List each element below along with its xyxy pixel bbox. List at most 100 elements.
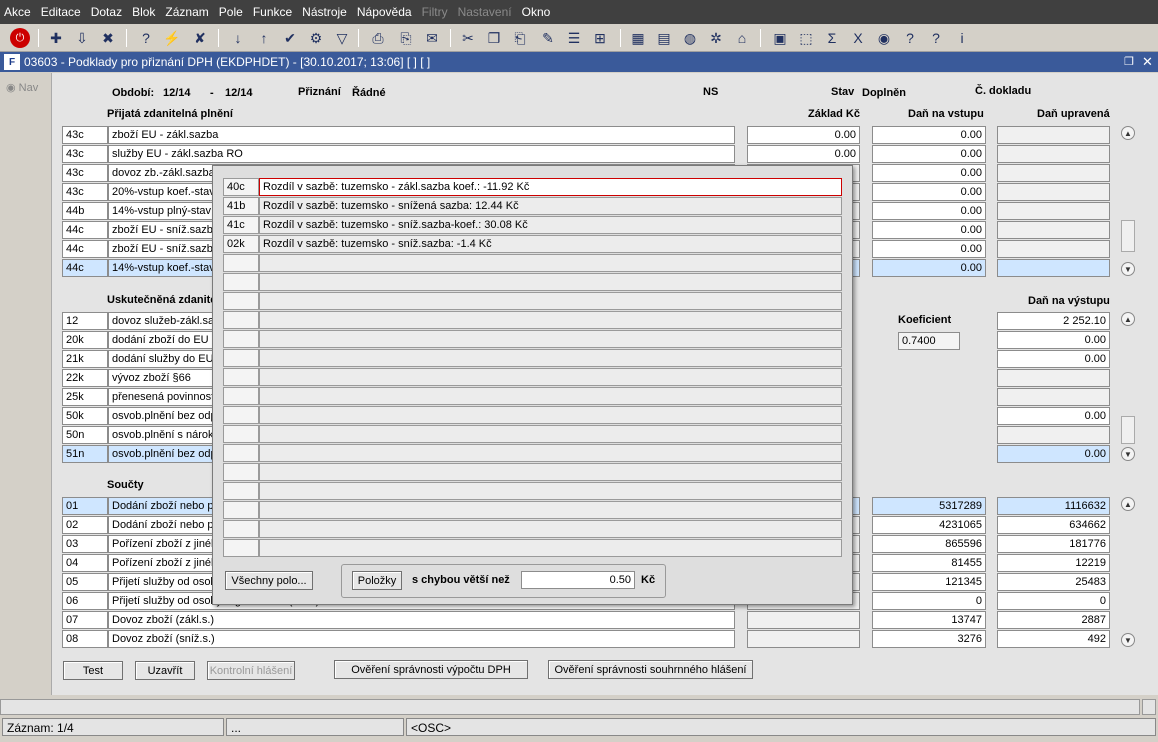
paste-icon[interactable]: ⎗ [510, 28, 530, 48]
popup-text[interactable] [259, 254, 842, 272]
menu-záznam[interactable]: Záznam [165, 5, 208, 19]
popup-code[interactable] [223, 273, 259, 291]
row-dan-upravena[interactable] [997, 259, 1110, 277]
row-code[interactable]: 44c [62, 221, 108, 239]
menu-akce[interactable]: Akce [4, 5, 31, 19]
popup-text[interactable] [259, 482, 842, 500]
row-code[interactable]: 05 [62, 573, 108, 591]
row-dan-upravena[interactable] [997, 202, 1110, 220]
popup-text[interactable]: Rozdíl v sazbě: tuzemsko - zákl.sazba ko… [259, 178, 842, 196]
delete-record-icon[interactable]: ✖ [98, 28, 118, 48]
row-sum-b[interactable]: 492 [997, 630, 1110, 648]
popup-text[interactable] [259, 349, 842, 367]
popup-code[interactable]: 40c [223, 178, 259, 196]
row-sum-b[interactable]: 0 [997, 592, 1110, 610]
menu-editace[interactable]: Editace [41, 5, 81, 19]
scroll-down-icon[interactable]: ▼ [1121, 262, 1135, 276]
scroll-up-icon[interactable]: ▲ [1121, 497, 1135, 511]
help-icon[interactable]: ? [900, 28, 920, 48]
menu-dotaz[interactable]: Dotaz [91, 5, 122, 19]
print-preview-icon[interactable]: ⎘ [396, 28, 416, 48]
popup-code[interactable] [223, 311, 259, 329]
row-code[interactable]: 06 [62, 592, 108, 610]
row-code[interactable]: 21k [62, 350, 108, 368]
row-description[interactable]: služby EU - zákl.sazba RO [108, 145, 735, 163]
popup-text[interactable] [259, 368, 842, 386]
row-code[interactable]: 50n [62, 426, 108, 444]
popup-text[interactable]: Rozdíl v sazbě: tuzemsko - sníž.sazba: -… [259, 235, 842, 253]
popup-text[interactable] [259, 311, 842, 329]
row-sum-a[interactable]: 0 [872, 592, 986, 610]
row-dan-vystup[interactable]: 0.00 [997, 407, 1110, 425]
row-dan-vstup[interactable]: 0.00 [872, 240, 986, 258]
row-description[interactable]: Dovoz zboží (zákl.s.) [108, 611, 735, 629]
new-record-icon[interactable]: ✚ [46, 28, 66, 48]
row-dan-upravena[interactable] [997, 221, 1110, 239]
row-code[interactable]: 03 [62, 535, 108, 553]
row-code[interactable]: 44b [62, 202, 108, 220]
filter-icon[interactable]: ▽ [332, 28, 352, 48]
row-zaklad[interactable] [747, 611, 860, 629]
row-code[interactable]: 12 [62, 312, 108, 330]
nav-radio[interactable]: ◉ Nav [6, 81, 38, 94]
popup-code[interactable]: 41c [223, 216, 259, 234]
all-items-button[interactable]: Všechny polo... [225, 571, 313, 590]
tools-icon[interactable]: ⚙ [306, 28, 326, 48]
verify-vat-button[interactable]: Ověření správnosti výpočtu DPH [334, 660, 528, 679]
row-code[interactable]: 43c [62, 164, 108, 182]
popup-text[interactable] [259, 539, 842, 557]
list-icon[interactable]: ☰ [564, 28, 584, 48]
cancel-query-icon[interactable]: ✘ [190, 28, 210, 48]
row-zaklad[interactable]: 0.00 [747, 145, 860, 163]
export-icon[interactable]: ⬚ [796, 28, 816, 48]
menu-nastavení[interactable]: Nastavení [458, 5, 512, 19]
row-code[interactable]: 44c [62, 259, 108, 277]
restore-window-icon[interactable]: ❐ [1124, 55, 1134, 68]
execute-query-icon[interactable]: ⚡ [162, 28, 182, 48]
row-sum-b[interactable]: 2887 [997, 611, 1110, 629]
cut-icon[interactable]: ✂ [458, 28, 478, 48]
row-code[interactable]: 22k [62, 369, 108, 387]
row-code[interactable]: 07 [62, 611, 108, 629]
scroll-thumb[interactable] [1121, 416, 1135, 444]
popup-code[interactable] [223, 368, 259, 386]
document-icon[interactable]: ▤ [654, 28, 674, 48]
copy-icon[interactable]: ❐ [484, 28, 504, 48]
row-sum-a[interactable]: 5317289 [872, 497, 986, 515]
popup-text[interactable] [259, 273, 842, 291]
row-dan-vstup[interactable]: 0.00 [872, 221, 986, 239]
close-window-icon[interactable]: ✕ [1142, 54, 1153, 70]
popup-text[interactable] [259, 520, 842, 538]
web-icon[interactable]: ◉ [874, 28, 894, 48]
popup-code[interactable] [223, 520, 259, 538]
row-dan-vystup[interactable]: 2 252.10 [997, 312, 1110, 330]
info-icon[interactable]: i [952, 28, 972, 48]
menu-blok[interactable]: Blok [132, 5, 155, 19]
row-sum-a[interactable]: 13747 [872, 611, 986, 629]
menu-funkce[interactable]: Funkce [253, 5, 292, 19]
row-sum-a[interactable]: 4231065 [872, 516, 986, 534]
row-dan-vystup[interactable]: 0.00 [997, 445, 1110, 463]
popup-text[interactable]: Rozdíl v sazbě: tuzemsko - snížená sazba… [259, 197, 842, 215]
popup-text[interactable] [259, 425, 842, 443]
menu-filtry[interactable]: Filtry [422, 5, 448, 19]
row-code[interactable]: 08 [62, 630, 108, 648]
row-description[interactable]: zboží EU - zákl.sazba [108, 126, 735, 144]
row-sum-b[interactable]: 1116632 [997, 497, 1110, 515]
row-dan-vystup[interactable] [997, 388, 1110, 406]
scroll-up-icon[interactable]: ▲ [1121, 126, 1135, 140]
popup-code[interactable] [223, 444, 259, 462]
row-sum-a[interactable]: 3276 [872, 630, 986, 648]
row-sum-b[interactable]: 634662 [997, 516, 1110, 534]
row-dan-vystup[interactable] [997, 426, 1110, 444]
row-sum-a[interactable]: 865596 [872, 535, 986, 553]
popup-text[interactable] [259, 463, 842, 481]
row-dan-upravena[interactable] [997, 145, 1110, 163]
menu-nápověda[interactable]: Nápověda [357, 5, 412, 19]
row-dan-upravena[interactable] [997, 240, 1110, 258]
popup-code[interactable] [223, 254, 259, 272]
popup-code[interactable] [223, 539, 259, 557]
row-zaklad[interactable] [747, 630, 860, 648]
popup-code[interactable] [223, 292, 259, 310]
row-sum-b[interactable]: 12219 [997, 554, 1110, 572]
